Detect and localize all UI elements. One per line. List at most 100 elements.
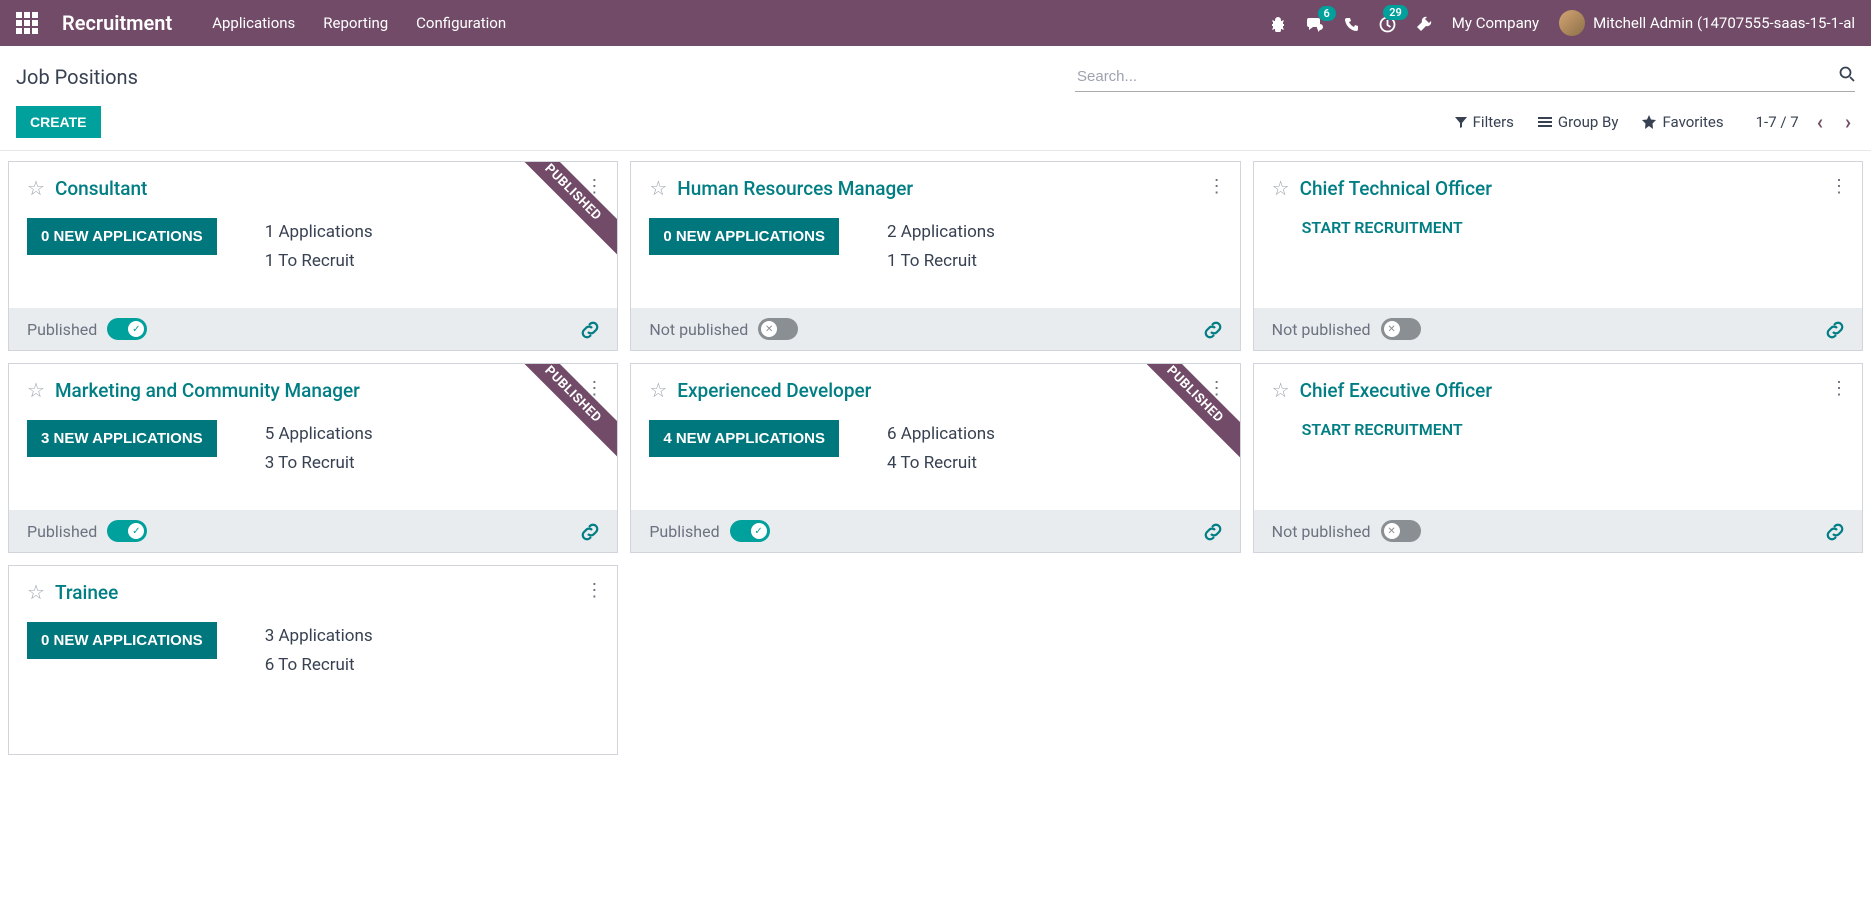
card-title[interactable]: Human Resources Manager [677, 177, 913, 200]
user-menu[interactable]: Mitchell Admin (14707555-saas-15-1-al [1559, 10, 1855, 36]
pager-range[interactable]: 1-7 / 7 [1756, 113, 1799, 131]
messages-icon[interactable]: 6 [1306, 14, 1324, 33]
stat-to-recruit[interactable]: 1 To Recruit [265, 247, 373, 276]
card-footer: Not published✕ [1254, 308, 1862, 350]
new-applications-button[interactable]: 0 NEW APPLICATIONS [27, 622, 217, 659]
pager-prev[interactable]: ‹ [1813, 110, 1827, 134]
new-applications-button[interactable]: 3 NEW APPLICATIONS [27, 420, 217, 457]
messages-badge: 6 [1318, 6, 1336, 21]
filters-button[interactable]: Filters [1455, 113, 1514, 131]
job-card: ☆ Human Resources Manager ⋮ 0 NEW APPLICATI… [630, 161, 1240, 351]
publish-toggle[interactable]: ✓ [730, 520, 770, 542]
card-title[interactable]: Trainee [55, 581, 118, 604]
avatar [1559, 10, 1585, 36]
new-applications-button[interactable]: 0 NEW APPLICATIONS [27, 218, 217, 255]
stat-applications[interactable]: 6 Applications [887, 420, 995, 449]
card-title[interactable]: Marketing and Community Manager [55, 379, 360, 402]
link-icon[interactable] [581, 319, 599, 340]
kanban-view: ☆ Consultant ⋮ 0 NEW APPLICATIONS 1 Applicat… [0, 151, 1871, 765]
publish-status-label: Published [27, 522, 97, 541]
publish-toggle[interactable]: ✓ [107, 318, 147, 340]
card-title[interactable]: Chief Executive Officer [1300, 379, 1492, 402]
publish-toggle[interactable]: ✕ [1381, 520, 1421, 542]
card-stats: 6 Applications4 To Recruit [887, 420, 995, 478]
company-name[interactable]: My Company [1452, 14, 1539, 32]
card-title[interactable]: Chief Technical Officer [1300, 177, 1492, 200]
card-footer: Published ✓ [631, 510, 1239, 552]
activities-icon[interactable]: 29 [1379, 13, 1396, 32]
job-card: ☆Consultant⋮0 NEW APPLICATIONS1 Applicat… [8, 161, 618, 351]
link-icon[interactable] [1826, 319, 1844, 340]
pager-next[interactable]: › [1841, 110, 1855, 134]
group-by-button[interactable]: Group By [1538, 113, 1619, 131]
star-icon[interactable]: ☆ [649, 176, 667, 200]
link-icon[interactable] [1204, 319, 1222, 340]
nav-link-reporting[interactable]: Reporting [323, 14, 388, 32]
start-recruitment-button[interactable]: START RECRUITMENT [1302, 420, 1844, 439]
star-icon[interactable]: ☆ [27, 176, 45, 200]
create-button[interactable]: CREATE [16, 106, 101, 138]
navbar-right: 6 29 My Company Mitchell Admin (14707555… [1270, 10, 1855, 36]
publish-toggle[interactable]: ✓ [107, 520, 147, 542]
card-menu-icon[interactable]: ⋮ [585, 580, 603, 601]
link-icon[interactable] [581, 521, 599, 542]
start-recruitment-button[interactable]: START RECRUITMENT [1302, 218, 1844, 237]
publish-status-label: Not published [1272, 522, 1371, 541]
filters-label: Filters [1473, 113, 1514, 131]
card-stats: 3 Applications6 To Recruit [265, 622, 373, 680]
card-title[interactable]: Experienced Developer [677, 379, 871, 402]
group-by-label: Group By [1558, 113, 1619, 131]
publish-status-label: Published [649, 522, 719, 541]
card-title[interactable]: Consultant [55, 177, 147, 200]
app-title[interactable]: Recruitment [62, 11, 172, 35]
card-footer: Not published✕ [631, 308, 1239, 350]
publish-status-label: Published [27, 320, 97, 339]
star-icon[interactable]: ☆ [649, 378, 667, 402]
card-stats: 5 Applications3 To Recruit [265, 420, 373, 478]
favorites-button[interactable]: Favorites [1642, 113, 1723, 131]
stat-to-recruit[interactable]: 4 To Recruit [887, 449, 995, 478]
stat-applications[interactable]: 1 Applications [265, 218, 373, 247]
job-card: ☆Marketing and Community Manager⋮3 NEW A… [8, 363, 618, 553]
tools-icon[interactable] [1416, 14, 1432, 33]
star-icon[interactable]: ☆ [1272, 176, 1290, 200]
search-icon[interactable] [1839, 66, 1855, 82]
new-applications-button[interactable]: 4 NEW APPLICATIONS [649, 420, 839, 457]
card-footer: Published ✓ [9, 308, 617, 350]
pager: 1-7 / 7 ‹ › [1756, 110, 1855, 134]
phone-icon[interactable] [1344, 14, 1359, 33]
stat-to-recruit[interactable]: 3 To Recruit [265, 449, 373, 478]
card-menu-icon[interactable]: ⋮ [1208, 176, 1226, 197]
card-menu-icon[interactable]: ⋮ [1830, 378, 1848, 399]
stat-applications[interactable]: 3 Applications [265, 622, 373, 651]
job-card: ☆ Chief Executive Officer ⋮ START RECRUITME… [1253, 363, 1863, 553]
card-stats: 1 Applications1 To Recruit [265, 218, 373, 276]
star-icon[interactable]: ☆ [27, 580, 45, 604]
apps-menu-icon[interactable] [16, 12, 38, 34]
publish-toggle[interactable]: ✕ [1381, 318, 1421, 340]
nav-link-applications[interactable]: Applications [212, 14, 295, 32]
stat-to-recruit[interactable]: 6 To Recruit [265, 651, 373, 680]
user-name: Mitchell Admin (14707555-saas-15-1-al [1593, 14, 1855, 32]
nav-link-configuration[interactable]: Configuration [416, 14, 506, 32]
breadcrumb: Job Positions [16, 65, 138, 89]
stat-applications[interactable]: 5 Applications [265, 420, 373, 449]
card-menu-icon[interactable]: ⋮ [1830, 176, 1848, 197]
nav-links: Applications Reporting Configuration [212, 14, 506, 32]
job-card: ☆Experienced Developer⋮4 NEW APPLICATION… [630, 363, 1240, 553]
stat-to-recruit[interactable]: 1 To Recruit [887, 247, 995, 276]
new-applications-button[interactable]: 0 NEW APPLICATIONS [649, 218, 839, 255]
debug-icon[interactable] [1270, 14, 1286, 33]
search-input[interactable] [1075, 62, 1855, 92]
card-footer: Published ✓ [9, 510, 617, 552]
star-icon[interactable]: ☆ [27, 378, 45, 402]
link-icon[interactable] [1204, 521, 1222, 542]
star-icon[interactable]: ☆ [1272, 378, 1290, 402]
job-card: ☆ Chief Technical Officer ⋮ START RECRUITME… [1253, 161, 1863, 351]
link-icon[interactable] [1826, 521, 1844, 542]
publish-toggle[interactable]: ✕ [758, 318, 798, 340]
search-options: Filters Group By Favorites [1455, 113, 1724, 131]
main-navbar: Recruitment Applications Reporting Confi… [0, 0, 1871, 46]
stat-applications[interactable]: 2 Applications [887, 218, 995, 247]
card-footer: Not published ✕ [1254, 510, 1862, 552]
